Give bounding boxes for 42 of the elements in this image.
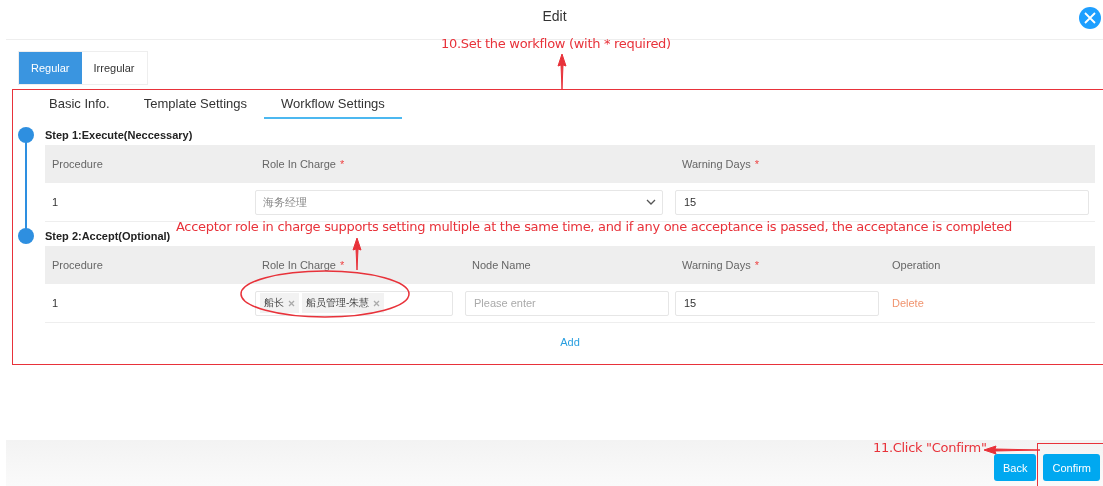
role-select[interactable]: 海务经理 <box>255 189 663 215</box>
annotation-arrow <box>557 54 567 89</box>
table-cell-text: 1 <box>51 297 60 309</box>
tab[interactable]: Template Settings <box>126 90 265 119</box>
warning-days-input[interactable]: 15 <box>675 290 879 316</box>
remove-icon[interactable] <box>288 299 295 307</box>
tag-label: 船员管理-朱慧 <box>306 296 370 310</box>
tab[interactable]: Basic Info. <box>32 90 127 119</box>
chevron-down-icon <box>646 199 656 205</box>
tab[interactable]: Workflow Settings <box>264 90 402 119</box>
column-header: Role In Charge * <box>261 259 346 271</box>
annotation-text: 10.Set the workflow (with * required) <box>441 36 671 51</box>
required-mark: * <box>754 158 759 170</box>
column-header: Procedure <box>51 259 104 271</box>
close-button[interactable] <box>1079 7 1101 29</box>
required-mark: * <box>340 158 345 170</box>
annotation-arrow <box>352 238 362 270</box>
column-header: Operation <box>891 259 942 271</box>
highlight-frame <box>1037 443 1103 486</box>
remove-icon[interactable] <box>373 299 381 307</box>
column-header: Role In Charge * <box>261 158 346 170</box>
warning-days-input[interactable]: 15 <box>675 189 1089 215</box>
required-mark: * <box>340 259 345 271</box>
required-mark: * <box>754 259 759 271</box>
annotation-text: Acceptor role in charge supports setting multiple at the same time, and if any one acceptance is passed, the acceptance is completed <box>176 219 1012 234</box>
step-dot <box>18 228 34 244</box>
column-header: Procedure <box>51 158 104 170</box>
step-title: Step 1:Execute(Neccessary) <box>45 128 193 141</box>
select-value: 海务经理 <box>263 194 307 210</box>
step-title: Step 2:Accept(Optional) <box>45 229 171 242</box>
annotation-arrow <box>984 446 1040 454</box>
column-header: Warning Days * <box>681 259 760 271</box>
table-cell-text: 1 <box>51 196 60 208</box>
step-dot <box>18 127 34 143</box>
close-icon <box>1084 12 1096 24</box>
column-header: Warning Days * <box>681 158 760 170</box>
annotation-text: 11.Click "Confirm" <box>873 440 987 455</box>
tag-label: 船长 <box>264 296 284 310</box>
dialog-title: Edit <box>542 7 567 24</box>
role-tag-field[interactable]: 船长 船员管理-朱慧 <box>255 290 453 316</box>
node-name-input[interactable]: Please enter <box>465 290 669 316</box>
column-header: Node Name <box>471 259 532 271</box>
